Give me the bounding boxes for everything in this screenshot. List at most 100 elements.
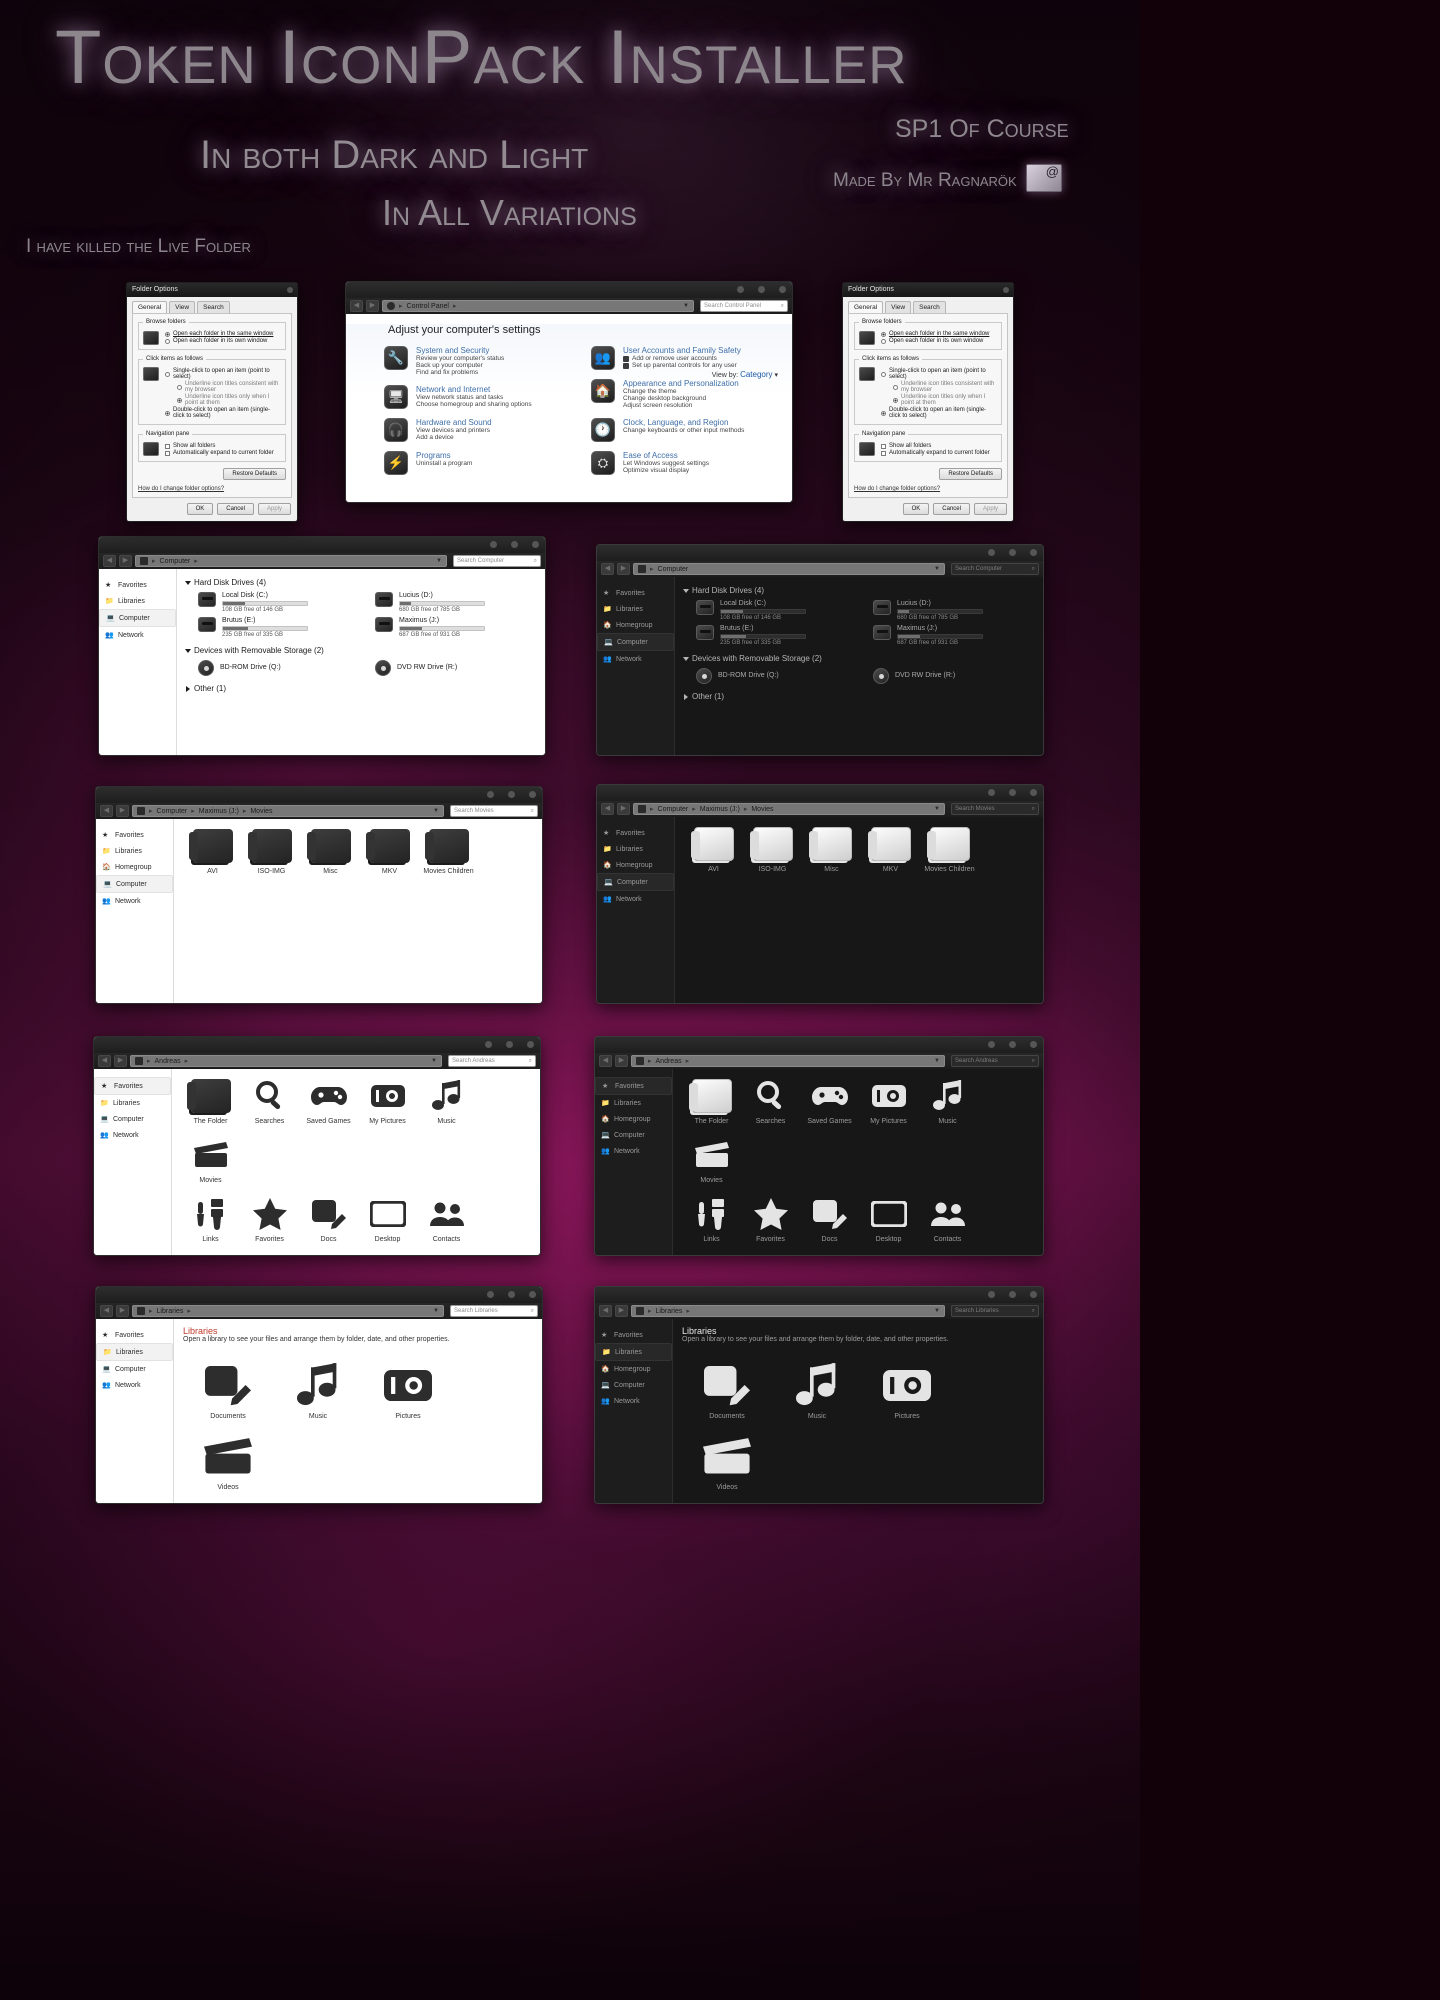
chevron-down-icon[interactable]: ▼ [934, 1058, 940, 1064]
close-icon[interactable] [529, 791, 536, 798]
minimize-icon[interactable] [988, 789, 995, 796]
maximize-icon[interactable] [508, 791, 515, 798]
maximize-icon[interactable] [511, 541, 518, 548]
category-title[interactable]: Programs [416, 451, 472, 460]
andreas-window-dark[interactable]: ◀ ▶ ▸ Andreas ▸ ▼ Search Andreas ⌕ ★ Favo… [594, 1036, 1044, 1256]
sidebar-item-libraries[interactable]: 📁 Libraries [94, 1095, 171, 1111]
category-title[interactable]: Hardware and Sound [416, 418, 492, 427]
nav-opt-show-all[interactable]: Show all folders [881, 443, 997, 449]
sidebar-item-favorites[interactable]: ★ Favorites [99, 577, 176, 593]
libraries-window-dark[interactable]: ◀ ▶ ▸ Libraries ▸ ▼ Search Libraries ⌕ ★… [594, 1286, 1044, 1504]
category-clock-language[interactable]: 🕐 Clock, Language, and Region Change key… [591, 418, 778, 442]
sidebar-item-homegroup[interactable]: 🏠 Homegroup [597, 857, 674, 873]
chevron-down-icon[interactable]: ▼ [683, 303, 689, 309]
breadcrumb-movies[interactable]: Movies [751, 806, 773, 813]
ok-button[interactable]: OK [186, 503, 214, 515]
forward-button[interactable]: ▶ [114, 1055, 127, 1067]
sidebar-item-computer[interactable]: 💻 Computer [597, 873, 674, 891]
item-the-folder[interactable]: The Folder [682, 1076, 741, 1125]
control-panel-window[interactable]: ◀ ▶ ▸ Control Panel ▸ ▼ Search Control P… [345, 281, 793, 503]
radio-icon[interactable] [893, 384, 898, 390]
close-icon[interactable] [779, 286, 786, 293]
removable-item[interactable]: BD-ROM Drive (Q:) [696, 668, 857, 684]
titlebar[interactable] [597, 545, 1043, 561]
breadcrumb[interactable]: ▸ Andreas ▸ ▼ [130, 1055, 442, 1067]
close-icon[interactable] [1030, 1291, 1037, 1298]
item-contacts[interactable]: Contacts [417, 1194, 476, 1243]
item-searches[interactable]: Searches [240, 1076, 299, 1125]
breadcrumb[interactable]: ▸ Libraries ▸ ▼ [132, 1305, 444, 1317]
drive-item[interactable]: Brutus (E:) 235 GB free of 335 GB [696, 625, 857, 646]
breadcrumb[interactable]: ▸ Computer ▸ Maximus (J:) ▸ Movies ▼ [132, 805, 444, 817]
folder-item[interactable]: Movies Children [419, 826, 478, 875]
group-header-hard-disks[interactable]: Hard Disk Drives (4) [185, 578, 536, 587]
minimize-icon[interactable] [737, 286, 744, 293]
computer-window-dark[interactable]: ◀ ▶ ▸ Computer ▼ Search Computer ⌕ ★ Favo… [596, 544, 1044, 756]
category-link[interactable]: View devices and printers [416, 427, 492, 434]
click-opt-underline-browser[interactable]: Underline icon titles consistent with my… [177, 381, 281, 393]
folder-item[interactable]: ISO-IMG [242, 826, 301, 875]
radio-icon[interactable] [165, 371, 170, 377]
tab-view[interactable]: View [885, 301, 912, 313]
item-the-folder[interactable]: The Folder [181, 1076, 240, 1125]
view-by-value[interactable]: Category [740, 370, 772, 379]
category-system-security[interactable]: 🔧 System and Security Review your comput… [384, 346, 571, 376]
close-icon[interactable] [532, 541, 539, 548]
minimize-icon[interactable] [487, 791, 494, 798]
chevron-down-icon[interactable]: ▼ [934, 806, 940, 812]
search-input[interactable]: Search Andreas ⌕ [951, 1055, 1039, 1067]
sidebar-item-network[interactable]: 👥 Network [96, 893, 173, 909]
chevron-down-icon[interactable]: ▾ [774, 372, 778, 379]
tab-general[interactable]: General [132, 301, 168, 313]
removable-item[interactable]: DVD RW Drive (R:) [375, 660, 536, 676]
sidebar-item-libraries[interactable]: 📁 Libraries [96, 1343, 173, 1361]
nav-opt-auto-expand[interactable]: Automatically expand to current folder [881, 450, 997, 456]
titlebar[interactable] [595, 1287, 1043, 1303]
click-opt-underline-point[interactable]: Underline icon titles only when I point … [177, 394, 281, 406]
category-link[interactable]: Set up parental controls for any user [623, 362, 741, 369]
cancel-button[interactable]: Cancel [217, 503, 254, 515]
back-button[interactable]: ◀ [100, 805, 113, 817]
sidebar-item-libraries[interactable]: 📁 Libraries [595, 1095, 672, 1111]
folder-item[interactable]: Misc [802, 824, 861, 873]
group-header-other[interactable]: Other (1) [684, 692, 1034, 701]
search-input[interactable]: Search Movies ⌕ [951, 803, 1039, 815]
back-button[interactable]: ◀ [350, 300, 363, 312]
breadcrumb[interactable]: ▸ Computer ▼ [633, 563, 945, 575]
chevron-down-icon[interactable]: ▼ [431, 1058, 437, 1064]
browse-opt-same-window[interactable]: Open each folder in the same window [165, 331, 281, 337]
folder-item[interactable]: ISO-IMG [743, 824, 802, 873]
restore-defaults-button[interactable]: Restore Defaults [223, 468, 286, 480]
titlebar[interactable] [96, 787, 542, 803]
sidebar-item-network[interactable]: 👥 Network [96, 1377, 173, 1393]
maximize-icon[interactable] [1009, 1291, 1016, 1298]
browse-opt-same-window[interactable]: Open each folder in the same window [881, 331, 997, 337]
item-favorites[interactable]: Favorites [240, 1194, 299, 1243]
category-ease-of-access[interactable]: ⛭ Ease of Access Let Windows suggest set… [591, 451, 778, 475]
close-icon[interactable] [1030, 549, 1037, 556]
library-item-pictures[interactable]: Pictures [363, 1359, 453, 1420]
chevron-down-icon[interactable]: ▼ [934, 566, 940, 572]
library-item-documents[interactable]: Documents [183, 1359, 273, 1420]
library-item-documents[interactable]: Documents [682, 1359, 772, 1420]
radio-icon[interactable] [177, 397, 182, 403]
sidebar-item-network[interactable]: 👥 Network [595, 1393, 672, 1409]
view-by-control[interactable]: View by: Category ▾ [712, 370, 778, 379]
drive-item[interactable]: Lucius (D:) 680 GB free of 785 GB [873, 600, 1034, 621]
titlebar[interactable] [94, 1037, 540, 1053]
minimize-icon[interactable] [988, 549, 995, 556]
folder-item[interactable]: MKV [360, 826, 419, 875]
close-icon[interactable] [529, 1291, 536, 1298]
folder-item[interactable]: Movies Children [920, 824, 979, 873]
apply-button[interactable]: Apply [973, 503, 1007, 515]
maximize-icon[interactable] [508, 1291, 515, 1298]
sidebar-item-libraries[interactable]: 📁 Libraries [96, 843, 173, 859]
sidebar-item-computer[interactable]: 💻 Computer [99, 609, 176, 627]
item-music[interactable]: Music [417, 1076, 476, 1125]
computer-window-light[interactable]: ◀ ▶ ▸ Computer ▸ ▼ Search Computer ⌕ ★ Fa… [98, 536, 546, 756]
item-my-pictures[interactable]: My Pictures [358, 1076, 417, 1125]
category-link[interactable]: Change keyboards or other input methods [623, 427, 744, 434]
click-opt-single[interactable]: Single-click to open an item (point to s… [165, 368, 281, 380]
drive-item[interactable]: Brutus (E:) 235 GB free of 335 GB [198, 617, 359, 638]
radio-icon[interactable] [893, 397, 898, 403]
